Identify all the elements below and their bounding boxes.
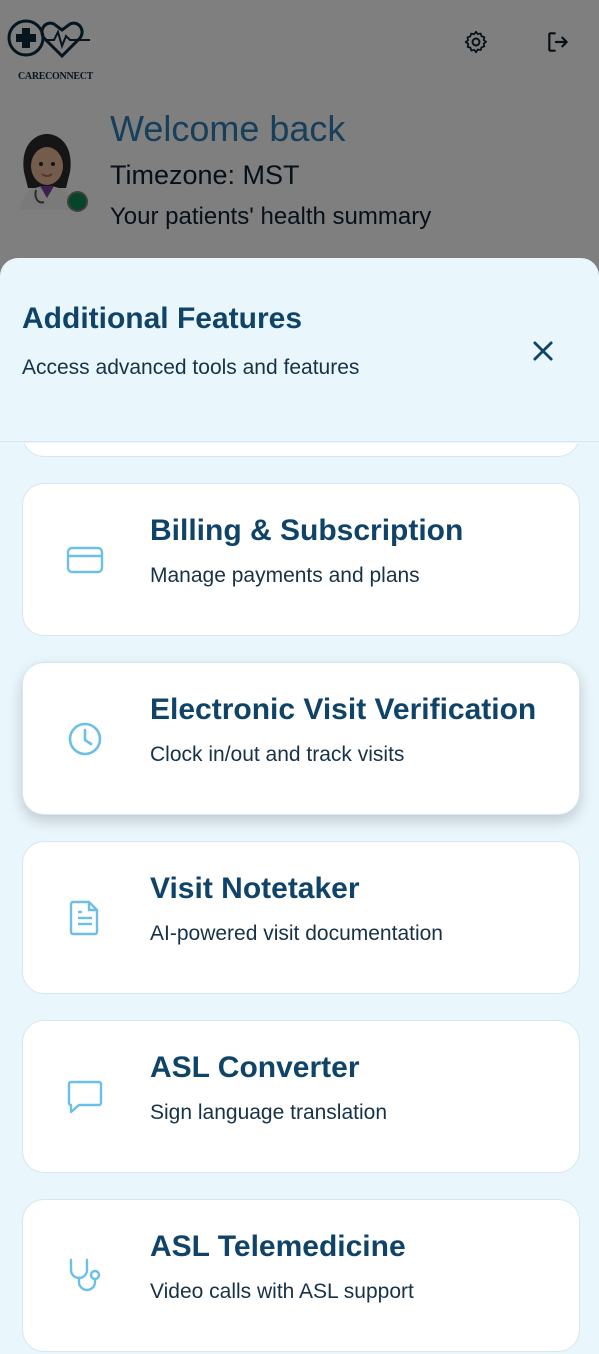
feature-card-notetaker[interactable]: Visit Notetaker AI-powered visit documen…	[22, 841, 580, 994]
message-icon	[65, 1077, 105, 1117]
sheet-title: Additional Features	[22, 302, 303, 335]
feature-description: AI-powered visit documentation	[150, 922, 443, 945]
close-icon	[533, 341, 553, 361]
feature-title: ASL Converter	[150, 1051, 360, 1084]
feature-card-billing[interactable]: Billing & Subscription Manage payments a…	[22, 483, 580, 636]
feature-description: Video calls with ASL support	[150, 1280, 414, 1303]
close-button[interactable]	[522, 330, 564, 372]
feature-card-asl-converter[interactable]: ASL Converter Sign language translation	[22, 1020, 580, 1173]
feature-card-asl-telemedicine[interactable]: ASL Telemedicine Video calls with ASL su…	[22, 1199, 580, 1352]
feature-title: ASL Telemedicine	[150, 1230, 406, 1263]
stethoscope-icon	[65, 1256, 105, 1296]
feature-description: Sign language translation	[150, 1101, 388, 1124]
features-list[interactable]: Billing & Subscription Manage payments a…	[0, 443, 599, 1354]
additional-features-sheet: Additional Features Access advanced tool…	[0, 258, 599, 1354]
clock-icon	[65, 719, 105, 759]
feature-title: Visit Notetaker	[150, 872, 360, 905]
sheet-subtitle: Access advanced tools and features	[22, 356, 360, 379]
credit-card-icon	[65, 540, 105, 580]
feature-description: Clock in/out and track visits	[150, 743, 405, 766]
feature-card-evv[interactable]: Electronic Visit Verification Clock in/o…	[22, 662, 580, 815]
feature-title: Electronic Visit Verification	[150, 693, 537, 726]
document-icon	[65, 898, 105, 938]
feature-description: Manage payments and plans	[150, 564, 420, 587]
feature-title: Billing & Subscription	[150, 514, 464, 547]
feature-card-partial[interactable]	[22, 443, 580, 457]
sheet-header: Additional Features Access advanced tool…	[0, 258, 599, 442]
